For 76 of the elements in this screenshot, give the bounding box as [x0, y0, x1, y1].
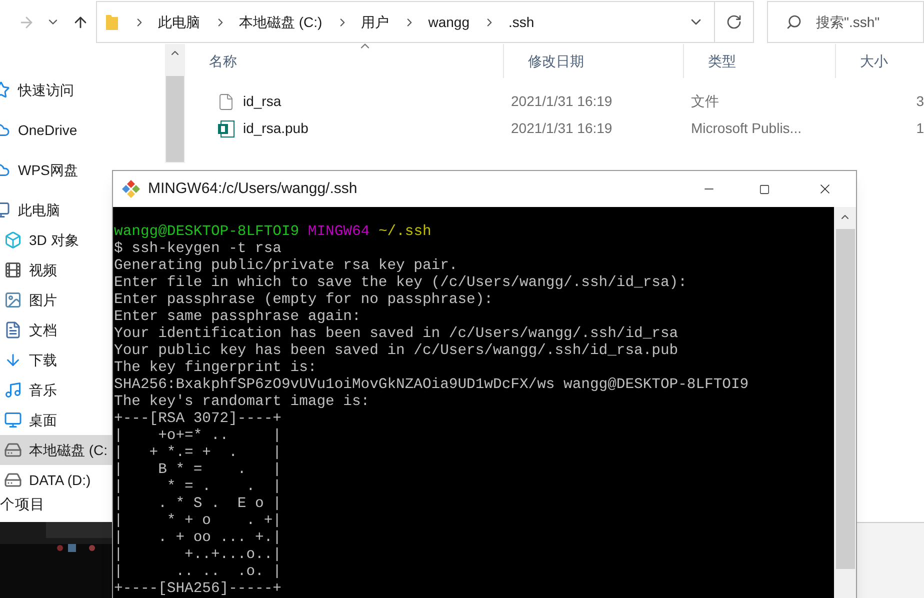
terminal-line: $ ssh-keygen -t rsa — [114, 241, 282, 257]
status-text: 个项目 — [0, 496, 45, 516]
breadcrumb[interactable]: 本地磁盘 (C:) — [239, 12, 322, 33]
column-header[interactable]: 修改日期 — [503, 44, 683, 78]
file-size: 1 — [915, 119, 924, 138]
terminal-line: Your identification has been saved in /c/Users/wangg/.ssh/id_rsa — [114, 326, 678, 342]
terminal-line: Enter file in which to save the key (/c/Users/wangg/.ssh/id_rsa): — [114, 275, 687, 291]
sidebar-item[interactable]: 快速访问 — [0, 75, 112, 106]
terminal-line: | +..+...o..| — [114, 547, 282, 563]
file-icon — [217, 92, 235, 111]
search-placeholder: 搜索".ssh" — [816, 12, 880, 32]
address-bar[interactable]: 此电脑 本地磁盘 (C:) 用户 wangg .ssh — [96, 1, 754, 44]
file-name[interactable]: id_rsa.pub — [243, 118, 308, 140]
sidebar-item[interactable]: 桌面 — [0, 405, 112, 436]
window-title: MINGW64:/c/Users/wangg/.ssh — [148, 178, 358, 199]
breadcrumb[interactable]: 此电脑 — [158, 12, 200, 33]
desktop-icon — [4, 411, 22, 430]
sidebar-item[interactable]: 音乐 — [0, 375, 112, 406]
refresh-icon — [726, 14, 742, 30]
sidebar-item[interactable]: 本地磁盘 (C: — [0, 435, 112, 466]
sidebar-item[interactable]: WPS网盘 — [0, 155, 112, 186]
prompt-path: ~/.ssh — [378, 224, 432, 240]
file-date: 2021/1/31 16:19 — [510, 119, 614, 138]
terminal-line: Your public key has been saved in /c/Users/wangg/.ssh/id_rsa.pub — [114, 343, 678, 359]
terminal-line: | +o+=* .. | — [114, 428, 282, 444]
sidebar-item[interactable]: 此电脑 — [0, 195, 112, 226]
terminal-line: Generating public/private rsa key pair. — [114, 258, 458, 274]
folder-icon — [105, 13, 119, 32]
file-type: Microsoft Publis... — [690, 119, 802, 138]
drive-icon — [4, 471, 22, 490]
terminal-line: | + *.= + . | — [114, 445, 282, 461]
column-header[interactable]: 大小 — [835, 44, 915, 78]
prompt-user: wangg@DESKTOP-8LFTOI9 — [114, 224, 300, 240]
terminal-line: The key's randomart image is: — [114, 394, 370, 410]
document-icon — [4, 321, 22, 340]
terminal-line: | * = . . | — [114, 479, 282, 495]
git-logo-icon — [121, 179, 141, 199]
search-icon — [786, 14, 802, 30]
terminal-line: +----[SHA256]-----+ — [114, 581, 282, 597]
maximize-icon[interactable] — [759, 184, 770, 194]
sidebar-item[interactable]: 下载 — [0, 345, 112, 376]
publisher-file-icon — [217, 120, 235, 138]
terminal-line: SHA256:BxakphfSP6zO9vUVu1oiMovGkNZAOia9UD1wDcFX/ws wangg@DESKTOP-8LFTOI9 — [114, 377, 749, 393]
file-size: 3 — [915, 92, 924, 112]
scrollbar-thumb[interactable] — [836, 229, 854, 569]
file-type: 文件 — [690, 92, 720, 112]
column-header[interactable]: 名称 — [185, 44, 503, 78]
terminal-line: Enter same passphrase again: — [114, 309, 361, 325]
terminal-line: Enter passphrase (empty for no passphrase): — [114, 292, 493, 308]
cube-icon — [4, 231, 22, 250]
terminal-line: | B * = . | — [114, 462, 282, 478]
prompt-shell: MINGW64 — [308, 224, 370, 240]
sidebar-item[interactable]: 图片 — [0, 285, 112, 316]
sidebar-item[interactable]: OneDrive — [0, 115, 112, 146]
breadcrumb[interactable]: .ssh — [508, 12, 534, 33]
terminal-line: +---[RSA 3072]----+ — [114, 411, 282, 427]
column-header[interactable]: 类型 — [683, 44, 835, 78]
film-icon — [4, 261, 22, 280]
sidebar-item[interactable]: DATA (D:) — [0, 465, 112, 496]
scrollbar-thumb[interactable] — [166, 76, 184, 162]
terminal-line: | * + o . +| — [114, 513, 282, 529]
file-date: 2021/1/31 16:19 — [510, 92, 614, 112]
music-icon — [4, 381, 22, 400]
sidebar-item[interactable]: 视频 — [0, 255, 112, 286]
breadcrumb[interactable]: wangg — [428, 12, 470, 33]
terminal-line: | . + oo ... +.| — [114, 530, 282, 546]
terminal-line: | . * S . E o | — [114, 496, 282, 512]
image-icon — [4, 291, 22, 310]
sidebar-item[interactable]: 文档 — [0, 315, 112, 346]
terminal-line: The key fingerprint is: — [114, 360, 317, 376]
sidebar-item[interactable]: 3D 对象 — [0, 225, 112, 256]
breadcrumb[interactable]: 用户 — [361, 12, 390, 33]
terminal-line: | .. .. .o. | — [114, 564, 282, 580]
drive-icon — [4, 441, 22, 460]
search-field[interactable]: 搜索".ssh" — [767, 1, 924, 44]
file-name[interactable]: id_rsa — [243, 91, 282, 112]
